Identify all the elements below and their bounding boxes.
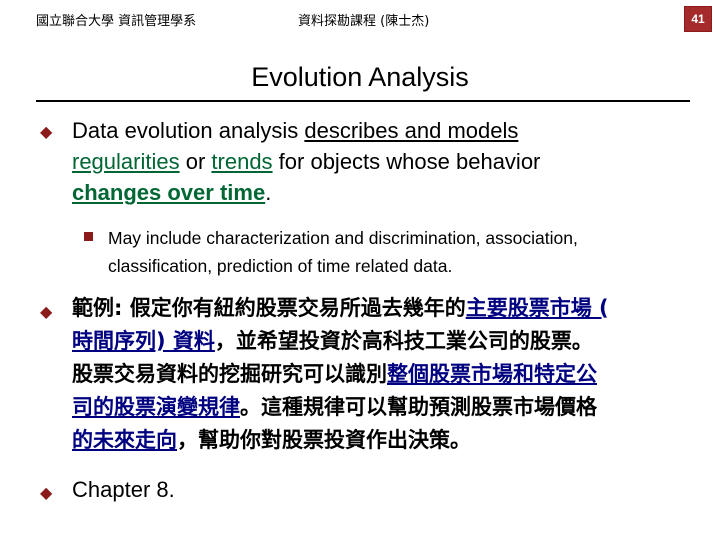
bullet-chapter-reference: Chapter 8. [72,477,175,502]
term-regularities: regularities [72,149,180,174]
page-number-badge: 41 [684,6,712,32]
header-department: 國立聯合大學 資訊管理學系 [36,14,197,29]
bullet-evolution-definition: Data evolution analysis describes and mo… [72,115,672,208]
term-describes-models: describes and models [304,118,519,143]
text-segment: Data evolution analysis [72,118,305,143]
term-changes-over-time: changes over time [72,180,266,205]
highlight-stock-market: 主要股票市場 ( [465,296,609,320]
text-segment: . [265,180,272,205]
highlight-future-trend: 的未來走向 [72,428,177,452]
highlight-time-series: 時間序列) 資料 [72,329,215,353]
sub-bullet-data-types: May include characterization and discrim… [108,224,678,280]
text-segment: ，幫助你對股票投資作出決策。 [177,428,471,452]
highlight-evolution-rules: 司的股票演變規律 [72,395,240,419]
slide-header: 國立聯合大學 資訊管理學系 資料探勘課程 (陳士杰) 41 [0,0,720,38]
text-segment: 。這種規律可以幫助預測股票市場價格 [240,395,597,419]
diamond-bullet-icon: ◆ [40,304,53,321]
square-bullet-icon [84,232,93,241]
diamond-bullet-icon: ◆ [40,485,53,502]
text-segment: 範例: 假定你有紐約股票交易所過去幾年的 [72,296,466,320]
text-segment: for objects whose behavior [272,149,541,174]
bullet-stock-example: 範例: 假定你有紐約股票交易所過去幾年的主要股票市場 ( 時間序列) 資料，並希… [72,292,682,457]
text-segment: or [179,149,212,174]
diamond-bullet-icon: ◆ [40,124,53,141]
highlight-whole-market: 整個股票市場和特定公 [387,362,597,386]
slide-title: Evolution Analysis [251,62,469,92]
title-underline-rule [36,100,690,102]
text-segment: 股票交易資料的挖掘研究可以識別 [72,362,387,386]
text-segment: May include characterization and discrim… [108,228,578,248]
text-segment: ，並希望投資於高科技工業公司的股票。 [214,329,593,353]
term-trends: trends [211,149,273,174]
text-segment: classification, prediction of time relat… [108,256,453,276]
header-course: 資料探勘課程 (陳士杰) [298,14,430,29]
